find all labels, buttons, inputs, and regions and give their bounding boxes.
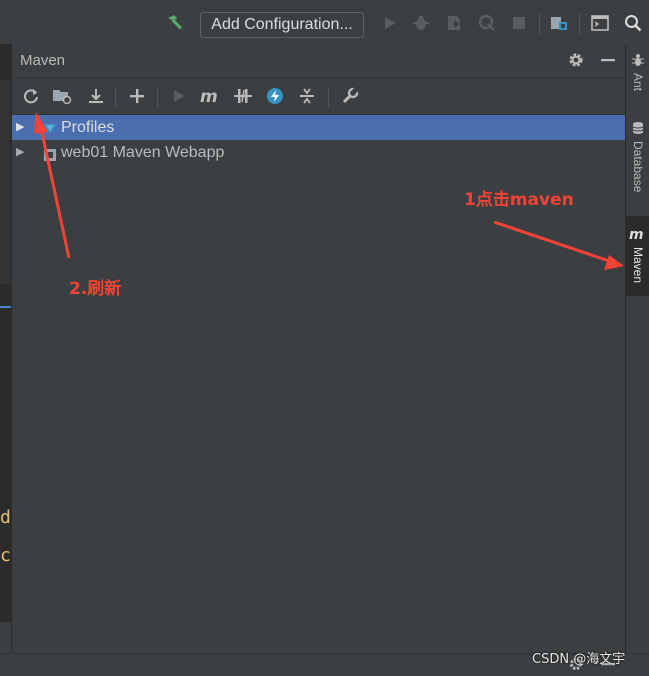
tab-database[interactable]: Database: [626, 120, 649, 208]
terminal-icon[interactable]: [589, 12, 611, 34]
tab-label: Ant: [631, 73, 645, 92]
svg-text:m: m: [200, 87, 218, 105]
maven-module-icon: [42, 145, 58, 161]
gutter-char: d: [0, 507, 11, 528]
tree-row-web01[interactable]: ▶ web01 Maven Webapp: [12, 140, 626, 165]
panel-header: Maven: [12, 44, 626, 78]
right-tool-strip: Ant Database m Maven: [625, 44, 649, 653]
skip-tests-icon[interactable]: [263, 84, 287, 108]
annotation-click-maven: 1点击maven: [464, 190, 574, 210]
ant-icon: [631, 52, 645, 71]
add-configuration-button[interactable]: Add Configuration...: [200, 12, 364, 38]
build-hammer-icon[interactable]: [164, 12, 186, 34]
add-icon[interactable]: [125, 84, 149, 108]
wrench-settings-icon[interactable]: [338, 84, 362, 108]
toggle-offline-icon[interactable]: [231, 84, 255, 108]
maven-projects-tree: ▶ Profiles ▶ web01 Maven Webapp: [12, 115, 626, 165]
tree-row-label: Profiles: [61, 119, 115, 136]
reload-icon[interactable]: [19, 84, 43, 108]
expand-arrow-icon[interactable]: ▶: [16, 115, 24, 140]
maven-tool-window: Maven m ▶ Profiles ▶ web01 Maven Webapp: [11, 44, 626, 653]
watermark: CSDN @海文宇: [532, 652, 626, 667]
gutter-char: c: [0, 545, 11, 566]
minimize-icon[interactable]: [596, 48, 620, 72]
expand-arrow-icon[interactable]: ▶: [16, 140, 24, 165]
tab-label: Database: [631, 141, 645, 193]
generate-sources-icon[interactable]: [50, 84, 74, 108]
database-icon: [631, 120, 645, 139]
maven-toolbar: m: [12, 78, 626, 115]
gear-icon[interactable]: [564, 48, 588, 72]
run-maven-build-icon[interactable]: [167, 84, 191, 108]
tab-ant[interactable]: Ant: [626, 52, 649, 112]
tree-row-profiles[interactable]: ▶ Profiles: [12, 115, 626, 140]
coverage-icon[interactable]: [443, 12, 465, 34]
annotation-refresh: 2.刷新: [69, 279, 122, 299]
project-structure-icon[interactable]: [548, 12, 570, 34]
profile-icon[interactable]: [476, 12, 498, 34]
svg-text:m: m: [629, 227, 644, 241]
run-icon[interactable]: [379, 12, 401, 34]
profiles-icon: [42, 120, 58, 136]
tab-maven[interactable]: m Maven: [626, 216, 649, 296]
stop-icon[interactable]: [508, 12, 530, 34]
top-toolbar: Add Configuration...: [0, 0, 649, 45]
tab-label: Maven: [631, 247, 645, 284]
editor-gutter: d c: [0, 44, 13, 653]
search-icon[interactable]: [622, 12, 644, 34]
download-icon[interactable]: [84, 84, 108, 108]
maven-icon: m: [628, 226, 648, 245]
panel-title: Maven: [20, 52, 66, 69]
maven-goal-icon[interactable]: m: [198, 84, 222, 108]
tree-row-label: web01 Maven Webapp: [61, 144, 225, 161]
collapse-all-icon[interactable]: [295, 84, 319, 108]
debug-icon[interactable]: [410, 12, 432, 34]
